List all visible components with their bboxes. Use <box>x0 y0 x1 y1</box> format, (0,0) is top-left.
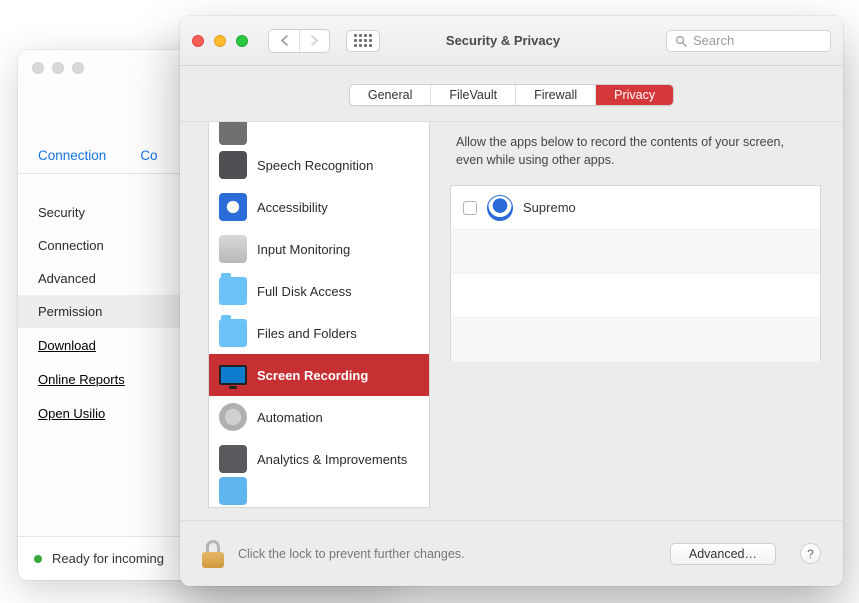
privacy-detail-pane: Allow the apps below to record the conte… <box>450 122 821 520</box>
status-dot-icon <box>34 555 42 563</box>
app-permission-list: Supremo <box>450 185 821 361</box>
privacy-item-label: Full Disk Access <box>257 284 352 299</box>
close-icon[interactable] <box>192 35 204 47</box>
privacy-item-label: Analytics & Improvements <box>257 452 407 467</box>
system-preferences-window: Security & Privacy Search General FileVa… <box>180 16 843 586</box>
input-monitoring-icon <box>219 235 247 263</box>
accessibility-icon <box>219 193 247 221</box>
supremo-app-icon <box>487 195 513 221</box>
privacy-item-label: Automation <box>257 410 323 425</box>
toolbar: Security & Privacy Search <box>180 16 843 66</box>
help-button[interactable]: ? <box>800 543 821 564</box>
bg-close-icon[interactable] <box>32 62 44 74</box>
privacy-item-advertising[interactable] <box>209 480 429 506</box>
list-row-empty <box>451 230 820 274</box>
advanced-button[interactable]: Advanced… <box>670 543 776 565</box>
search-icon <box>675 35 687 47</box>
bg-tab-connection[interactable]: Connection <box>38 148 106 163</box>
nav-buttons <box>268 29 330 53</box>
list-row-empty <box>451 274 820 318</box>
back-button[interactable] <box>269 30 299 52</box>
bg-tab-truncated[interactable]: Co <box>140 148 157 163</box>
privacy-item-speech-recognition[interactable]: Speech Recognition <box>209 144 429 186</box>
mic-icon <box>219 122 247 145</box>
privacy-description: Allow the apps below to record the conte… <box>450 122 821 185</box>
tab-firewall[interactable]: Firewall <box>516 85 596 105</box>
screen-icon <box>219 361 247 389</box>
bg-minimize-icon[interactable] <box>52 62 64 74</box>
privacy-item-screen-recording[interactable]: Screen Recording <box>209 354 429 396</box>
window-title: Security & Privacy <box>350 33 656 48</box>
folder-icon <box>219 277 247 305</box>
chevron-left-icon <box>280 35 289 46</box>
list-row-empty <box>451 318 820 362</box>
lock-button[interactable] <box>202 540 224 568</box>
bg-zoom-icon[interactable] <box>72 62 84 74</box>
minimize-icon[interactable] <box>214 35 226 47</box>
app-name: Supremo <box>523 200 576 215</box>
privacy-item-label: Accessibility <box>257 200 328 215</box>
footer-bar: Click the lock to prevent further change… <box>180 520 843 586</box>
forward-button[interactable] <box>299 30 329 52</box>
chevron-right-icon <box>310 35 319 46</box>
permission-checkbox[interactable] <box>463 201 477 215</box>
tab-general[interactable]: General <box>350 85 431 105</box>
tab-strip: General FileVault Firewall Privacy <box>180 66 843 122</box>
automation-icon <box>219 403 247 431</box>
zoom-icon[interactable] <box>236 35 248 47</box>
privacy-item-accessibility[interactable]: Accessibility <box>209 186 429 228</box>
privacy-item-files-and-folders[interactable]: Files and Folders <box>209 312 429 354</box>
privacy-category-list[interactable]: Speech Recognition Accessibility Input M… <box>208 122 430 508</box>
analytics-icon <box>219 445 247 473</box>
folder-icon <box>219 319 247 347</box>
privacy-item-label: Screen Recording <box>257 368 368 383</box>
privacy-item-label: Speech Recognition <box>257 158 373 173</box>
lock-hint-text: Click the lock to prevent further change… <box>238 547 656 561</box>
privacy-item-analytics[interactable]: Analytics & Improvements <box>209 438 429 480</box>
status-text: Ready for incoming <box>52 551 164 566</box>
advertising-icon <box>219 477 247 505</box>
search-placeholder: Search <box>693 33 734 48</box>
privacy-item-input-monitoring[interactable]: Input Monitoring <box>209 228 429 270</box>
app-permission-row[interactable]: Supremo <box>451 186 820 230</box>
privacy-item-label: Files and Folders <box>257 326 357 341</box>
privacy-item-microphone[interactable] <box>209 122 429 144</box>
tab-privacy[interactable]: Privacy <box>596 85 673 105</box>
tab-filevault[interactable]: FileVault <box>431 85 516 105</box>
speech-icon <box>219 151 247 179</box>
search-input[interactable]: Search <box>666 30 831 52</box>
privacy-item-full-disk-access[interactable]: Full Disk Access <box>209 270 429 312</box>
lock-body-icon <box>202 552 224 568</box>
privacy-item-automation[interactable]: Automation <box>209 396 429 438</box>
privacy-item-label: Input Monitoring <box>257 242 350 257</box>
